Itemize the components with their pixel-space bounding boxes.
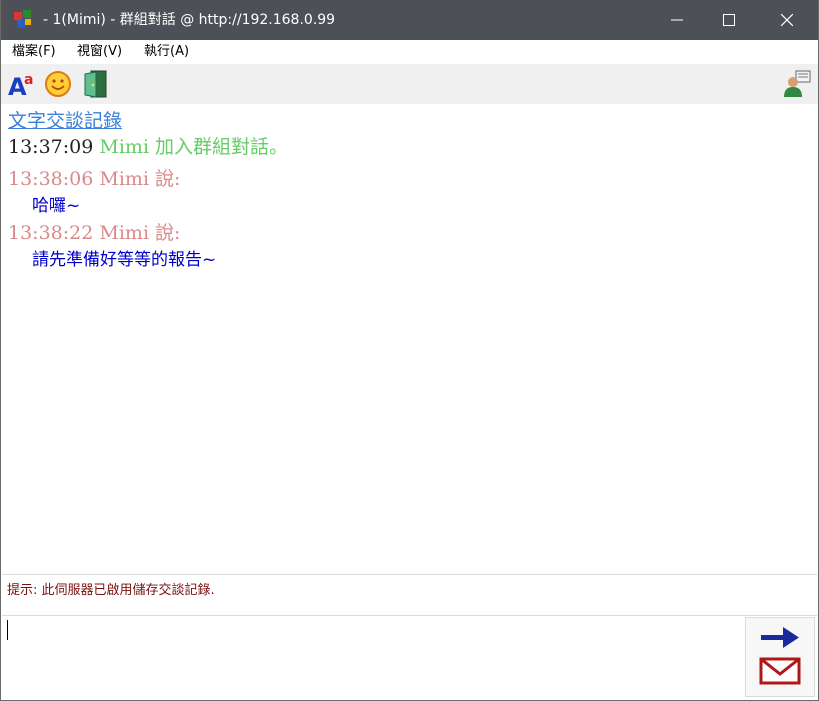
font-icon: A a	[8, 72, 33, 101]
font-button[interactable]: A a	[7, 69, 37, 101]
svg-text:a: a	[24, 72, 33, 88]
users-button[interactable]	[782, 69, 812, 99]
hint-bar: 提示: 此伺服器已啟用儲存交談記錄.	[2, 574, 817, 616]
title-bar[interactable]: - 1(Mimi) - 群組對話 @ http://192.168.0.99	[1, 0, 818, 40]
speaker-label: Mimi 說:	[99, 222, 181, 244]
menu-bar: 檔案(F) 視窗(V) 執行(A)	[1, 40, 818, 64]
chat-log-heading[interactable]: 文字交談記錄	[8, 106, 122, 133]
close-button[interactable]	[764, 0, 810, 40]
app-icon[interactable]	[13, 9, 33, 29]
send-mail-icon	[759, 627, 801, 685]
menu-action[interactable]: 執行(A)	[144, 44, 189, 60]
chat-entry-join: 13:37:09 Mimi 加入群組對話。	[8, 135, 288, 159]
minimize-icon	[671, 19, 683, 21]
close-icon	[781, 14, 793, 26]
exit-button[interactable]	[79, 69, 109, 99]
speaker-label: Mimi 說:	[99, 168, 181, 190]
chat-window: - 1(Mimi) - 群組對話 @ http://192.168.0.99 檔…	[0, 0, 819, 701]
emoticon-button[interactable]	[43, 69, 73, 99]
timestamp: 13:38:06	[8, 168, 94, 190]
timestamp: 13:38:22	[8, 222, 94, 244]
user-list-icon	[784, 70, 811, 97]
hint-text: 提示: 此伺服器已啟用儲存交談記錄.	[7, 583, 215, 598]
send-button[interactable]	[745, 617, 815, 697]
chat-entry-header: 13:38:06 Mimi 說:	[8, 167, 180, 191]
join-notice: Mimi 加入群組對話。	[99, 136, 289, 158]
minimize-button[interactable]	[654, 0, 700, 40]
smiley-icon	[45, 71, 71, 97]
toolbar: A a	[1, 64, 818, 104]
menu-file[interactable]: 檔案(F)	[12, 44, 56, 60]
menu-view[interactable]: 視窗(V)	[77, 44, 122, 60]
maximize-button[interactable]	[706, 0, 752, 40]
window-title: - 1(Mimi) - 群組對話 @ http://192.168.0.99	[43, 12, 336, 28]
exit-door-icon	[84, 70, 107, 98]
text-caret	[7, 620, 8, 640]
timestamp: 13:37:09	[8, 136, 94, 158]
message-input[interactable]	[2, 616, 740, 698]
chat-message: 請先準備好等等的報告~	[32, 250, 217, 270]
chat-message: 哈囉~	[32, 196, 81, 216]
maximize-icon	[723, 14, 735, 26]
chat-log[interactable]: 文字交談記錄 13:37:09 Mimi 加入群組對話。 13:38:06 Mi…	[5, 104, 815, 572]
chat-entry-header: 13:38:22 Mimi 說:	[8, 221, 180, 245]
